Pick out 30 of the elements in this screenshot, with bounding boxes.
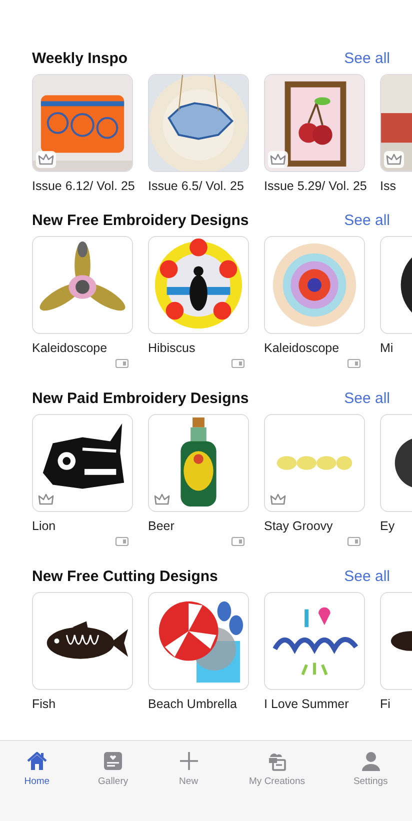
tab-bar-item[interactable]: New	[172, 747, 205, 789]
section-title: Weekly Inspo	[32, 50, 128, 67]
section-title: New Paid Embroidery Designs	[32, 390, 249, 407]
card-title: Stay Groovy	[264, 518, 334, 534]
card-title: Fi	[380, 696, 392, 712]
card-title: Ey	[380, 518, 396, 534]
section-title: New Free Embroidery Designs	[32, 212, 249, 229]
tab-bar-item[interactable]: My Creations	[245, 747, 309, 789]
card-title: Lion	[32, 518, 57, 534]
see-all-link[interactable]: See all	[344, 50, 390, 67]
card-title: Beach Umbrella	[148, 696, 238, 712]
section-title: New Free Cutting Designs	[32, 568, 218, 585]
card-title: Kaleidoscope	[32, 340, 108, 356]
card-title: Issue 6.5/ Vol. 25	[148, 178, 245, 194]
tab-bar-item[interactable]: Home	[20, 747, 54, 789]
card-title: Iss	[380, 178, 397, 194]
see-all-link[interactable]: See all	[344, 568, 390, 585]
card-title: Kaleidoscope	[264, 340, 340, 356]
card-title: I Love Summer	[264, 696, 350, 712]
house-icon	[24, 749, 49, 773]
card-title: Issue 6.12/ Vol. 25	[32, 178, 133, 194]
card-title: Issue 5.29/ Vol. 25	[264, 178, 365, 194]
card-title: Fish	[32, 696, 57, 712]
see-all-link[interactable]: See all	[344, 390, 390, 407]
tab-bar-item[interactable]: Settings	[349, 747, 392, 789]
see-all-link[interactable]: See all	[344, 212, 390, 229]
card-title: Hibiscus	[148, 340, 196, 356]
card-title: Mi	[380, 340, 394, 356]
card-title: Beer	[148, 518, 176, 534]
tab-bar-item[interactable]: Gallery	[94, 747, 132, 789]
